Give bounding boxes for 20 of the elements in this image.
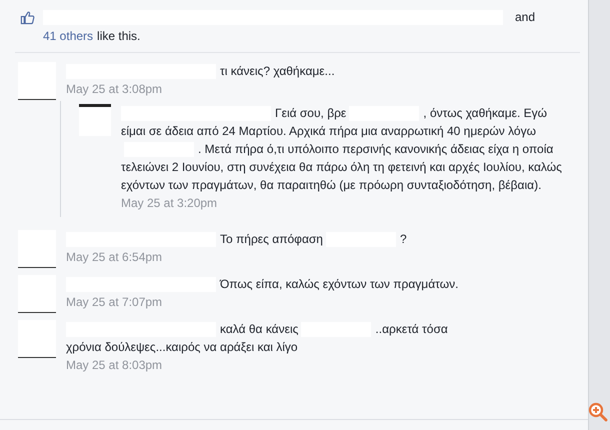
comment-timestamp[interactable]: May 25 at 3:20pm [121,194,218,213]
avatar[interactable] [18,320,56,358]
comment-timestamp[interactable]: May 25 at 6:54pm [66,248,162,267]
reply-text: Γειά σου, βρε , όντως χαθήκαμε. Εγώ είμαι σε άδεια από 24 Μαρτίου. Αρχικά πήρα μια αναρρωτική 40 ημερών λόγω . Μετά πήρα ό,τι υπόλοιπο περσινής κανονικής άδειας είχα η οποία τελειώνει 2 Ιουνίου, στη συνέχεια θα πάρω όλη τη φετεινή και αρχές Ιουλίου, καλώς εχόντων των πραγμάτων, θα παραιτηθώ (με πρόωρη συνταξιοδότηση, βέβαια). [121,105,563,194]
avatar[interactable] [18,230,56,268]
zoom-in-icon[interactable] [588,402,608,422]
avatar[interactable] [79,104,111,136]
like-suffix: like this. [97,29,140,43]
comment-timestamp[interactable]: May 25 at 7:07pm [66,293,162,312]
comment-timestamp[interactable]: May 25 at 8:03pm [66,356,162,375]
avatar[interactable] [18,275,56,313]
others-link[interactable]: 41 others [43,29,94,43]
comment-timestamp[interactable]: May 25 at 3:08pm [66,80,162,99]
likes-text: and [43,8,536,27]
thumbs-up-icon[interactable] [20,10,35,25]
avatar[interactable] [18,62,56,100]
comment-text: Το πήρες απόφαση ? [66,230,407,248]
comment-text: καλά θα κάνεις ..αρκετά τόσα χρόνια δούλεψες...καιρός να αράξει και λίγο [66,321,449,356]
comment-text: Όπως είπα, καλώς εχόντων των πραγμάτων. [66,275,458,293]
comment-text: τι κάνεις? χαθήκαμε... [66,62,335,80]
